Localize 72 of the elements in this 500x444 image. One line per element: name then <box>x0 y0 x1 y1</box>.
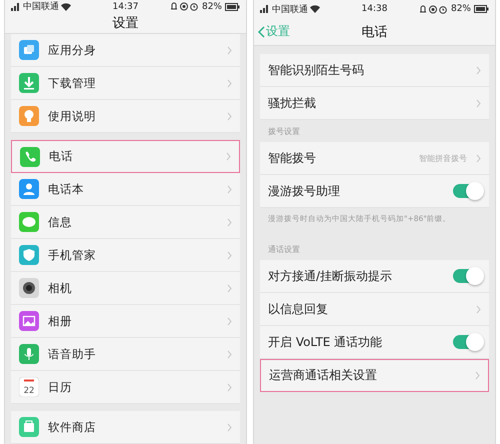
battery-percent: 82% <box>202 2 222 12</box>
chevron-icon <box>227 46 232 54</box>
battery-icon <box>225 2 240 11</box>
settings-row[interactable]: 以信息回复 <box>260 293 489 326</box>
wifi-icon <box>310 5 320 13</box>
phone-icon <box>20 146 40 166</box>
store-icon <box>19 417 39 437</box>
settings-row[interactable]: 22 日历 <box>11 371 240 404</box>
chevron-icon <box>227 350 232 358</box>
row-value: 智能拼音拨号 <box>419 152 467 164</box>
status-icons <box>168 2 199 12</box>
chevron-icon <box>227 78 232 88</box>
copy-icon <box>19 40 39 60</box>
toggle-switch[interactable] <box>453 335 481 349</box>
screen-title: 电话 <box>362 24 388 40</box>
chevron-icon <box>227 184 232 194</box>
signal-icon <box>11 2 21 11</box>
wifi-icon <box>61 2 71 11</box>
calendar-icon: 22 <box>19 377 39 397</box>
settings-row[interactable]: 电话本 <box>11 173 240 206</box>
carrier-name: 中国联通 <box>23 0 59 14</box>
back-chevron-icon <box>258 26 265 38</box>
settings-row[interactable]: 电话 <box>11 140 240 173</box>
status-icons <box>418 4 448 14</box>
settings-row[interactable]: 相机 <box>11 272 240 305</box>
shield-icon <box>19 245 39 265</box>
settings-row[interactable]: 应用分身 <box>11 34 240 67</box>
settings-row[interactable]: 漫游拨号助理 <box>260 175 489 208</box>
chevron-icon <box>227 284 232 292</box>
chevron-icon <box>476 154 481 162</box>
image-icon <box>19 311 39 331</box>
chevron-icon <box>476 304 481 314</box>
settings-row[interactable]: 开启 VoLTE 通话功能 <box>260 326 489 359</box>
battery-icon <box>474 5 489 13</box>
clock-time: 14:38 <box>362 4 388 14</box>
download-icon <box>19 73 39 93</box>
screen-title: 设置 <box>112 15 138 32</box>
section-header: 拨号设置 <box>267 126 301 138</box>
settings-row[interactable]: 信息 <box>11 206 240 239</box>
toggle-switch[interactable] <box>453 184 481 198</box>
settings-row[interactable]: 骚扰拦截 <box>260 87 489 120</box>
carrier-name: 中国联通 <box>272 4 308 16</box>
settings-row[interactable]: 智能拨号 智能拼音拨号 <box>260 142 489 175</box>
chevron-icon <box>227 422 232 432</box>
settings-row[interactable]: 相册 <box>11 305 240 338</box>
signal-icon <box>260 5 270 13</box>
chevron-icon <box>227 218 232 226</box>
toggle-switch[interactable] <box>453 269 481 283</box>
microphone-icon <box>19 344 39 364</box>
speech-bubble-icon <box>19 212 39 232</box>
settings-row[interactable]: 语音助手 <box>11 338 240 371</box>
battery-percent: 82% <box>450 4 471 14</box>
chevron-icon <box>227 250 232 260</box>
chevron-icon <box>226 152 231 161</box>
chevron-icon <box>227 112 232 120</box>
settings-row[interactable]: 软件商店 <box>11 411 240 444</box>
chevron-icon <box>476 98 481 108</box>
settings-row[interactable]: 对方接通/挂断振动提示 <box>260 260 489 293</box>
chevron-icon <box>475 371 480 380</box>
settings-row[interactable]: 智能识别陌生号码 <box>260 54 489 87</box>
person-icon <box>19 179 39 199</box>
lightbulb-icon <box>19 106 39 126</box>
camera-lens-icon <box>19 278 39 298</box>
settings-row[interactable]: 使用说明 <box>11 100 240 133</box>
chevron-icon <box>227 316 232 326</box>
chevron-icon <box>227 382 232 392</box>
settings-row[interactable]: 下载管理 <box>11 67 240 100</box>
section-header: 通话设置 <box>267 244 301 256</box>
chevron-icon <box>476 66 481 74</box>
clock-time: 14:37 <box>112 2 138 12</box>
settings-row[interactable]: 手机管家 <box>11 239 240 272</box>
settings-row[interactable]: 运营商通话相关设置 <box>260 359 489 392</box>
